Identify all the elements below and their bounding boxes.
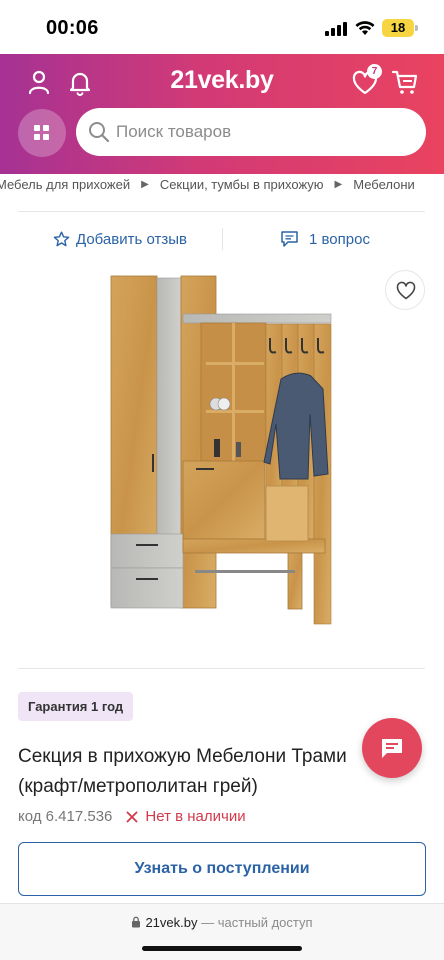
- search-input[interactable]: Поиск товаров: [76, 108, 426, 156]
- breadcrumb: Мебель для прихожей ▶ Секции, тумбы в прих…: [0, 174, 444, 196]
- breadcrumb-item[interactable]: Мебель для прихожей: [0, 174, 130, 196]
- heart-icon: [396, 281, 416, 300]
- product-code: код 6.417.536: [18, 808, 113, 825]
- stock-status-label: Нет в наличии: [145, 808, 246, 825]
- private-access-label: — частный доступ: [201, 915, 313, 930]
- browser-url-bar[interactable]: 21vek.by — частный доступ: [0, 903, 444, 960]
- chevron-right-icon: ▶: [141, 179, 149, 190]
- notify-when-available-button[interactable]: Узнать о поступлении: [18, 842, 426, 896]
- favorites-count-badge: 7: [367, 64, 382, 79]
- search-placeholder: Поиск товаров: [116, 122, 232, 141]
- cart-icon[interactable]: [391, 68, 419, 96]
- chat-bubble-icon: [281, 231, 298, 247]
- chat-icon: [382, 739, 402, 758]
- chevron-right-icon: ▶: [334, 179, 343, 190]
- home-indicator[interactable]: [142, 946, 302, 951]
- close-icon: [127, 811, 138, 823]
- stock-status: Нет в наличии: [126, 806, 246, 828]
- questions-link[interactable]: 1 вопрос: [280, 226, 370, 252]
- warranty-badge: Гарантия 1 год: [18, 692, 134, 721]
- battery-tip: [415, 25, 418, 31]
- questions-label: 1 вопрос: [309, 230, 370, 248]
- add-review-label: Добавить отзыв: [76, 230, 187, 248]
- product-title: Секция в прихожую Мебелони Трами (крафт/…: [18, 746, 347, 797]
- product-meta: код 6.417.536 Нет в наличии: [18, 806, 246, 828]
- lock-icon: [132, 916, 141, 928]
- status-bar: 00:06 18: [0, 0, 444, 54]
- add-to-favorites-button[interactable]: [385, 270, 425, 310]
- search-icon: [89, 122, 110, 143]
- divider: [222, 228, 223, 250]
- add-review-link[interactable]: Добавить отзыв: [53, 226, 187, 252]
- status-time: 00:06: [46, 17, 99, 39]
- grid-icon: [34, 125, 50, 141]
- chat-button[interactable]: [362, 718, 422, 778]
- breadcrumb-item[interactable]: Секции, тумбы в прихожую: [160, 174, 324, 196]
- divider: [18, 668, 425, 669]
- site-header: 21vek.by 7 Поиск товаров: [0, 54, 444, 174]
- url-domain: 21vek.by: [145, 915, 198, 930]
- url-display[interactable]: 21vek.by — частный доступ: [0, 915, 444, 930]
- product-image[interactable]: [18, 264, 426, 654]
- star-icon: [53, 231, 70, 246]
- battery-indicator: 18: [382, 19, 414, 37]
- cellular-signal-icon: [325, 21, 347, 36]
- product-actions: Добавить отзыв 1 вопрос: [0, 226, 444, 252]
- wifi-icon: [355, 21, 375, 35]
- divider: [18, 211, 425, 212]
- breadcrumb-item[interactable]: Мебелони: [353, 174, 415, 196]
